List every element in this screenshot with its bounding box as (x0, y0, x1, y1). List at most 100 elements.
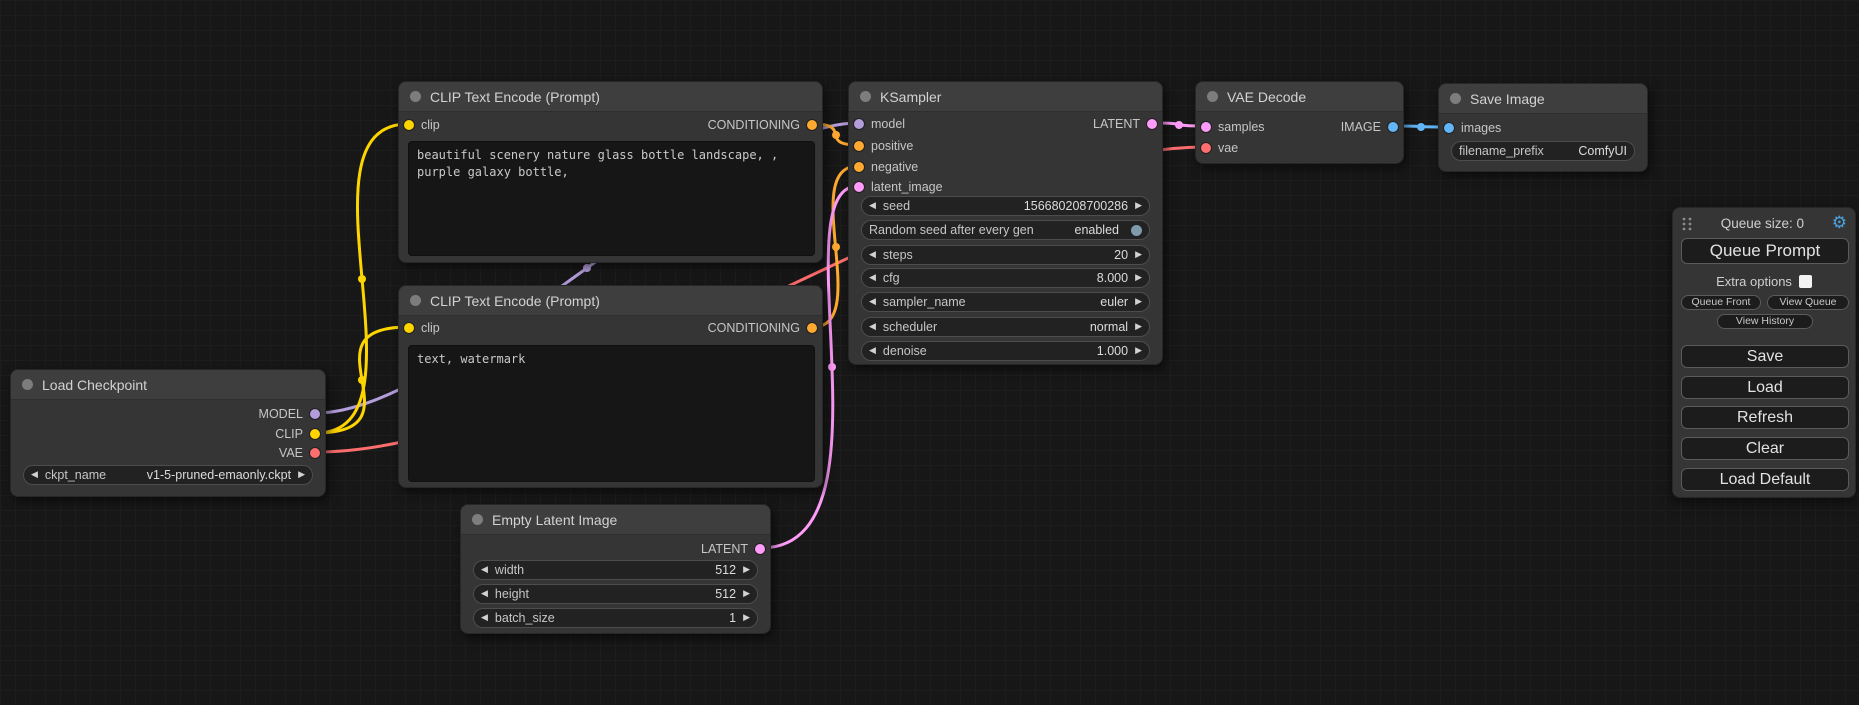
input-slot-samples: samples (1196, 117, 1265, 137)
increment-arrow-icon[interactable]: ▶ (1135, 251, 1142, 260)
widget-value: 1.000 (1097, 344, 1128, 358)
widget-width[interactable]: ◀ width 512 ▶ (473, 560, 758, 580)
prompt-textarea[interactable]: beautiful scenery nature glass bottle la… (408, 141, 815, 256)
node-title-bar[interactable]: Load Checkpoint (11, 370, 325, 400)
link-midpoint-dot (828, 363, 836, 371)
node-collapse-dot[interactable] (410, 295, 421, 306)
view-history-button[interactable]: View History (1717, 314, 1813, 329)
decrement-arrow-icon[interactable]: ◀ (869, 202, 876, 211)
save-button[interactable]: Save (1681, 345, 1849, 368)
slot-label: latent_image (871, 180, 943, 194)
widget-value: 20 (1114, 248, 1128, 262)
prompt-textarea[interactable]: text, watermark (408, 345, 815, 482)
slot-label: CLIP (275, 427, 303, 441)
link-midpoint-dot (832, 131, 840, 139)
model-slot-dot[interactable] (310, 409, 320, 419)
queue-front-button[interactable]: Queue Front (1681, 295, 1761, 310)
node-clip-text-encode-positive[interactable]: CLIP Text Encode (Prompt) clip CONDITION… (398, 81, 823, 263)
decrement-arrow-icon[interactable]: ◀ (869, 274, 876, 283)
slot-label: CONDITIONING (708, 321, 800, 335)
widget-label: scheduler (883, 320, 937, 334)
node-collapse-dot[interactable] (410, 91, 421, 102)
widget-seed[interactable]: ◀ seed 156680208700286 ▶ (861, 196, 1150, 216)
node-ksampler[interactable]: KSampler model LATENT positive negative … (848, 81, 1163, 365)
increment-arrow-icon[interactable]: ▶ (1135, 274, 1142, 283)
conditioning-slot-dot[interactable] (807, 120, 817, 130)
node-vae-decode[interactable]: VAE Decode samples IMAGE vae (1195, 81, 1404, 164)
increment-arrow-icon[interactable]: ▶ (1135, 323, 1142, 332)
node-collapse-dot[interactable] (472, 514, 483, 525)
node-empty-latent-image[interactable]: Empty Latent Image LATENT ◀ width 512 ▶ … (460, 504, 771, 634)
widget-scheduler[interactable]: ◀ scheduler normal ▶ (861, 317, 1150, 337)
queue-size-label: Queue size: 0 (1693, 216, 1832, 231)
increment-arrow-icon[interactable]: ▶ (1135, 347, 1142, 356)
decrement-arrow-icon[interactable]: ◀ (481, 590, 488, 599)
widget-ckpt-name[interactable]: ◀ ckpt_name v1-5-pruned-emaonly.ckpt ▶ (23, 465, 313, 485)
decrement-arrow-icon[interactable]: ◀ (31, 471, 38, 480)
clear-button[interactable]: Clear (1681, 437, 1849, 460)
latent-slot-dot[interactable] (755, 544, 765, 554)
widget-cfg[interactable]: ◀ cfg 8.000 ▶ (861, 268, 1150, 288)
slot-label: positive (871, 139, 913, 153)
conditioning-slot-dot[interactable] (854, 141, 864, 151)
node-load-checkpoint[interactable]: Load Checkpoint MODEL CLIP VAE ◀ ckpt_na… (10, 369, 326, 497)
latent-slot-dot[interactable] (1201, 122, 1211, 132)
link-midpoint-dot (583, 264, 591, 272)
random-seed-toggle[interactable] (1131, 225, 1142, 236)
increment-arrow-icon[interactable]: ▶ (298, 471, 305, 480)
node-collapse-dot[interactable] (1207, 91, 1218, 102)
image-slot-dot[interactable] (1444, 123, 1454, 133)
widget-batch-size[interactable]: ◀ batch_size 1 ▶ (473, 608, 758, 628)
extra-options-checkbox[interactable] (1799, 275, 1812, 288)
queue-prompt-button[interactable]: Queue Prompt (1681, 238, 1849, 264)
view-queue-button[interactable]: View Queue (1767, 295, 1849, 310)
increment-arrow-icon[interactable]: ▶ (743, 566, 750, 575)
widget-steps[interactable]: ◀ steps 20 ▶ (861, 245, 1150, 265)
decrement-arrow-icon[interactable]: ◀ (869, 323, 876, 332)
node-title-bar[interactable]: CLIP Text Encode (Prompt) (399, 286, 822, 316)
increment-arrow-icon[interactable]: ▶ (743, 590, 750, 599)
node-collapse-dot[interactable] (860, 91, 871, 102)
node-title-bar[interactable]: KSampler (849, 82, 1162, 112)
clip-slot-dot[interactable] (310, 429, 320, 439)
image-slot-dot[interactable] (1388, 122, 1398, 132)
node-save-image[interactable]: Save Image images filename_prefix ComfyU… (1438, 83, 1648, 172)
widget-filename-prefix[interactable]: filename_prefix ComfyUI (1451, 141, 1635, 161)
clip-slot-dot[interactable] (404, 323, 414, 333)
model-slot-dot[interactable] (854, 119, 864, 129)
node-clip-text-encode-negative[interactable]: CLIP Text Encode (Prompt) clip CONDITION… (398, 285, 823, 488)
drag-handle-icon[interactable] (1681, 216, 1693, 232)
decrement-arrow-icon[interactable]: ◀ (869, 251, 876, 260)
comfyui-canvas[interactable]: Load Checkpoint MODEL CLIP VAE ◀ ckpt_na… (0, 0, 1859, 705)
node-title: Save Image (1470, 91, 1545, 107)
latent-slot-dot[interactable] (1147, 119, 1157, 129)
vae-slot-dot[interactable] (310, 448, 320, 458)
widget-random-seed[interactable]: Random seed after every gen enabled (861, 220, 1150, 240)
load-default-button[interactable]: Load Default (1681, 468, 1849, 491)
node-collapse-dot[interactable] (1450, 93, 1461, 104)
decrement-arrow-icon[interactable]: ◀ (869, 347, 876, 356)
decrement-arrow-icon[interactable]: ◀ (481, 566, 488, 575)
clip-slot-dot[interactable] (404, 120, 414, 130)
node-title-bar[interactable]: Save Image (1439, 84, 1647, 114)
decrement-arrow-icon[interactable]: ◀ (869, 298, 876, 307)
increment-arrow-icon[interactable]: ▶ (1135, 202, 1142, 211)
conditioning-slot-dot[interactable] (854, 162, 864, 172)
node-collapse-dot[interactable] (22, 379, 33, 390)
conditioning-slot-dot[interactable] (807, 323, 817, 333)
widget-label: seed (883, 199, 910, 213)
widget-height[interactable]: ◀ height 512 ▶ (473, 584, 758, 604)
node-title-bar[interactable]: CLIP Text Encode (Prompt) (399, 82, 822, 112)
increment-arrow-icon[interactable]: ▶ (1135, 298, 1142, 307)
load-button[interactable]: Load (1681, 376, 1849, 399)
increment-arrow-icon[interactable]: ▶ (743, 614, 750, 623)
widget-sampler-name[interactable]: ◀ sampler_name euler ▶ (861, 292, 1150, 312)
node-title-bar[interactable]: VAE Decode (1196, 82, 1403, 112)
widget-denoise[interactable]: ◀ denoise 1.000 ▶ (861, 341, 1150, 361)
latent-slot-dot[interactable] (854, 182, 864, 192)
refresh-button[interactable]: Refresh (1681, 406, 1849, 429)
node-title-bar[interactable]: Empty Latent Image (461, 505, 770, 535)
gear-icon[interactable]: ⚙ (1832, 215, 1847, 232)
decrement-arrow-icon[interactable]: ◀ (481, 614, 488, 623)
vae-slot-dot[interactable] (1201, 143, 1211, 153)
